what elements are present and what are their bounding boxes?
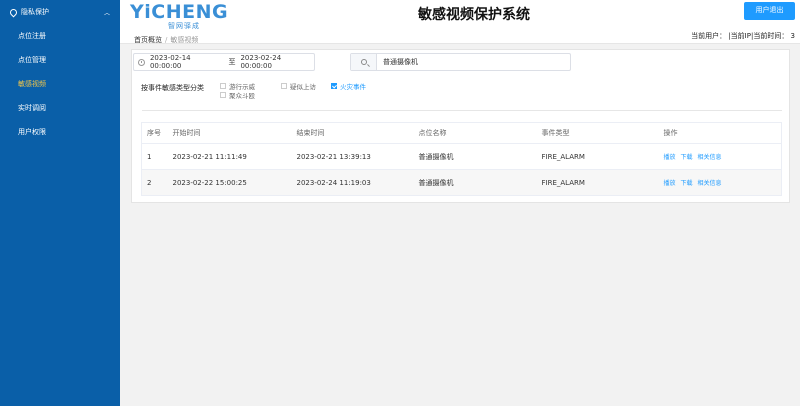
play-link[interactable]: 播放 [664,154,676,161]
divider [142,110,782,111]
checkbox-label: 聚众斗殴 [229,92,255,100]
info-link[interactable]: 相关信息 [698,154,722,161]
checkbox-group-fight[interactable]: 聚众斗殴 [220,90,255,100]
checkbox-box[interactable] [281,83,287,89]
cell-event-type: FIRE_ALARM [536,169,659,196]
search-panel: 2023-02-14 00:00:00 至 2023-02-24 00:00:0… [131,49,790,203]
date-start[interactable]: 2023-02-14 00:00:00 [150,54,224,70]
col-point-name: 点位名称 [413,122,537,144]
logo: YiCHENG 智网驿成 [130,1,229,30]
breadcrumb-home[interactable]: 首页概览 [134,36,162,44]
cell-index: 2 [141,169,168,196]
checkbox-suspected-petition[interactable]: 疑似上访 [281,81,316,91]
info-link[interactable]: 相关信息 [698,180,722,187]
checkbox-box[interactable] [220,92,226,98]
download-link[interactable]: 下载 [681,154,693,161]
user-info: 当前用户： |当前IP|当前时间： 3 [691,32,795,40]
sidebar-item-point-register[interactable]: 点位注册 [0,24,120,48]
breadcrumb-current: 敏感视频 [170,36,199,44]
category-filter-label: 按事件敏感类型分类 [141,84,204,92]
checkbox-box[interactable] [331,83,337,89]
play-link[interactable]: 播放 [664,180,676,187]
cell-point-name: 普通摄像机 [413,169,537,196]
checkbox-fire-event[interactable]: 火灾事件 [331,81,366,91]
page-title: 敏感视频保护系统 [418,7,530,23]
logo-sub-text: 智网驿成 [168,22,200,30]
cell-event-type: FIRE_ALARM [536,143,659,170]
clock-icon [138,58,145,66]
breadcrumb-separator: / [165,36,168,44]
location-pin-icon [8,7,19,17]
checkbox-box[interactable] [220,83,226,89]
download-link[interactable]: 下载 [681,180,693,187]
col-event-type: 事件类型 [536,122,659,144]
cell-index: 1 [141,143,168,170]
col-end-time: 结束时间 [291,122,414,144]
cell-actions: 播放 下载 相关信息 [658,143,782,170]
table-row: 1 2023-02-21 11:11:49 2023-02-21 13:39:1… [141,143,782,170]
search-button[interactable] [351,54,377,70]
search-icon [360,59,367,65]
table-row: 2 2023-02-22 15:00:25 2023-02-24 11:19:0… [141,169,782,196]
search-value[interactable]: 普通摄像机 [377,57,418,67]
cell-end-time: 2023-02-21 13:39:13 [291,143,414,170]
sidebar-group-privacy[interactable]: 隐私保护 ︿ [0,0,120,24]
cell-start-time: 2023-02-22 15:00:25 [167,169,292,196]
video-table: 序号 开始时间 结束时间 点位名称 事件类型 操作 1 2023-02-21 1… [141,122,782,196]
header: YiCHENG 智网驿成 敏感视频保护系统 用户退出 首页概览 / 敏感视频 当前用… [120,0,800,44]
cell-end-time: 2023-02-24 11:19:03 [291,169,414,196]
date-separator: 至 [228,58,236,66]
checkbox-label: 火灾事件 [340,83,366,91]
checkbox-label: 疑似上访 [290,83,316,91]
logo-main-text: YiCHENG [130,1,229,23]
col-actions: 操作 [658,122,782,144]
sidebar-group-label: 隐私保护 [21,8,49,16]
sidebar: 隐私保护 ︿ 点位注册 点位管理 敏感视频 实时调阅 用户权限 [0,0,120,406]
sidebar-item-sensitive-video[interactable]: 敏感视频 [0,72,120,96]
cell-actions: 播放 下载 相关信息 [658,169,782,196]
col-start-time: 开始时间 [167,122,292,144]
logout-button[interactable]: 用户退出 [744,2,795,20]
table-header-row: 序号 开始时间 结束时间 点位名称 事件类型 操作 [141,122,782,144]
sidebar-item-user-permission[interactable]: 用户权限 [0,120,120,144]
date-range-picker[interactable]: 2023-02-14 00:00:00 至 2023-02-24 00:00:0… [133,53,315,71]
col-index: 序号 [141,122,168,144]
content-area: 2023-02-14 00:00:00 至 2023-02-24 00:00:0… [120,44,800,406]
sidebar-item-realtime-view[interactable]: 实时调阅 [0,96,120,120]
cell-point-name: 普通摄像机 [413,143,537,170]
chevron-up-icon: ︿ [103,9,110,17]
search-input[interactable]: 普通摄像机 [350,53,571,71]
sidebar-item-point-manage[interactable]: 点位管理 [0,48,120,72]
date-end[interactable]: 2023-02-24 00:00:00 [240,54,314,70]
cell-start-time: 2023-02-21 11:11:49 [167,143,292,170]
